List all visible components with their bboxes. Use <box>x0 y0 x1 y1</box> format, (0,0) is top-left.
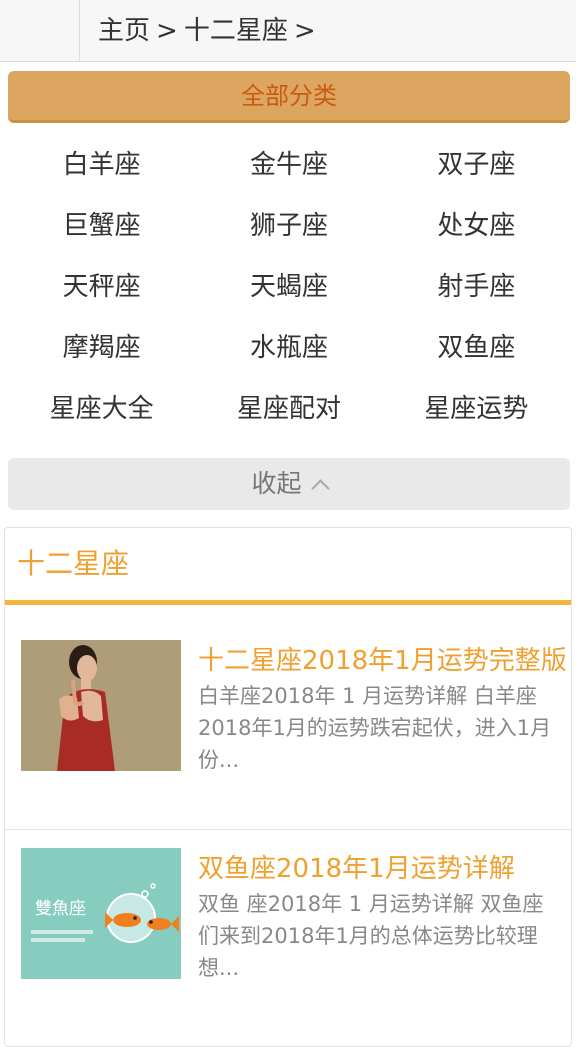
article-description: 双鱼 座2018年 1 月运势详解 双鱼座们来到2018年1月的总体运势比较理想… <box>198 892 544 980</box>
top-bar: 主页 > 十二星座 > <box>0 0 576 62</box>
chevron-up-icon <box>310 479 330 498</box>
category-capricorn[interactable]: 摩羯座 <box>8 318 195 379</box>
all-categories-header[interactable]: 全部分类 <box>8 71 570 123</box>
category-zodiac-matching[interactable]: 星座配对 <box>195 379 382 440</box>
pisces-fish-image: 雙魚座 <box>21 848 181 979</box>
category-grid: 白羊座 金牛座 双子座 巨蟹座 狮子座 处女座 天秤座 天蝎座 射手座 摩羯座 … <box>8 135 570 440</box>
article-thumbnail[interactable]: 雙魚座 <box>21 848 181 979</box>
article-item[interactable]: 雙魚座 双鱼座2018年1月运势详解 双鱼 座2018年 1 月运势详解 双鱼座… <box>5 828 571 1038</box>
category-leo[interactable]: 狮子座 <box>195 196 382 257</box>
article-title[interactable]: 双鱼座2018年1月运势详解 <box>198 848 558 885</box>
category-virgo[interactable]: 处女座 <box>383 196 570 257</box>
breadcrumb-current[interactable]: 十二星座 <box>184 16 288 46</box>
category-taurus[interactable]: 金牛座 <box>195 135 382 196</box>
article-item[interactable]: 十二星座2018年1月运势完整版 白羊座2018年 1 月运势详解 白羊座201… <box>5 620 571 830</box>
woman-photo-image <box>21 640 181 771</box>
breadcrumb: 主页 > 十二星座 > <box>98 0 322 62</box>
category-zodiac-fortune[interactable]: 星座运势 <box>383 379 570 440</box>
article-thumbnail[interactable] <box>21 640 181 771</box>
category-sagittarius[interactable]: 射手座 <box>383 257 570 318</box>
category-aries[interactable]: 白羊座 <box>8 135 195 196</box>
category-aquarius[interactable]: 水瓶座 <box>195 318 382 379</box>
category-zodiac-encyclopedia[interactable]: 星座大全 <box>8 379 195 440</box>
section-divider <box>5 600 571 605</box>
thumbnail-text: 雙魚座 <box>35 899 86 919</box>
article-title[interactable]: 十二星座2018年1月运势完整版 <box>198 640 567 677</box>
category-pisces[interactable]: 双鱼座 <box>383 318 570 379</box>
breadcrumb-separator-trailing: > <box>293 16 316 46</box>
article-section: 十二星座 十二星座2018年1月运势完整版 白羊座2018年 1 月运势详解 白… <box>4 527 572 1047</box>
article-description: 白羊座2018年 1 月运势详解 白羊座2018年1月的运势跌宕起伏，进入1月份… <box>198 684 552 772</box>
section-title: 十二星座 <box>17 547 130 580</box>
category-cancer[interactable]: 巨蟹座 <box>8 196 195 257</box>
category-libra[interactable]: 天秤座 <box>8 257 195 318</box>
breadcrumb-home[interactable]: 主页 <box>98 16 150 46</box>
back-button[interactable] <box>0 0 80 62</box>
category-scorpio[interactable]: 天蝎座 <box>195 257 382 318</box>
collapse-button[interactable]: 收起 <box>8 458 570 510</box>
breadcrumb-separator: > <box>156 16 178 46</box>
collapse-label: 收起 <box>251 469 302 498</box>
category-gemini[interactable]: 双子座 <box>383 135 570 196</box>
